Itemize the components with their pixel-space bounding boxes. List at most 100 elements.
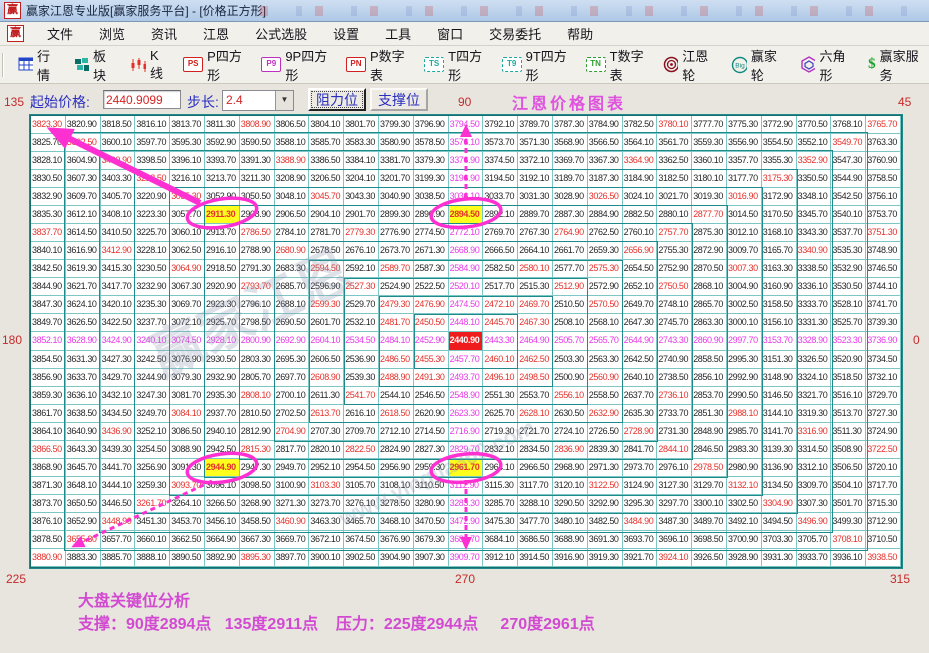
grid-cell: 3196.90 <box>449 170 484 188</box>
toolbar-kline-button[interactable]: K线 <box>126 45 173 85</box>
grid-cell: 3660.10 <box>135 531 170 549</box>
grid-cell: 3794.50 <box>449 116 484 134</box>
grid-cell: 3933.70 <box>797 549 832 567</box>
grid-cell: 3036.10 <box>449 188 484 206</box>
step-dropdown[interactable]: 2.4 ▼ <box>222 90 294 111</box>
grid-cell: 3535.30 <box>831 242 866 260</box>
grid-cell: 3052.90 <box>205 188 240 206</box>
grid-cell: 3256.90 <box>135 459 170 477</box>
grid-cell: 3232.90 <box>135 278 170 296</box>
toolbar-t-square-button[interactable]: TS T四方形 <box>420 43 492 87</box>
grid-cell: 2481.70 <box>379 314 414 332</box>
toolbar-quotes-button[interactable]: 行情 <box>14 43 64 87</box>
grid-cell: 2611.30 <box>309 387 344 405</box>
grid-cell: 3031.30 <box>518 188 553 206</box>
grid-cell: 3662.50 <box>170 531 205 549</box>
grid-cell: 2956.90 <box>379 459 414 477</box>
grid-cell: 3040.90 <box>379 188 414 206</box>
grid-cell: 2769.70 <box>483 224 518 242</box>
grid-cell: 2930.50 <box>205 351 240 369</box>
toolbar-hexagon-button[interactable]: 六角形 <box>796 43 859 87</box>
grid-cell: 3772.90 <box>762 116 797 134</box>
grid-cell: 2800.90 <box>240 332 275 350</box>
grid-cell: 2440.90 <box>449 332 484 350</box>
grid-cell: 3110.50 <box>414 477 449 495</box>
toolbar-9t-square-button[interactable]: T9 9T四方形 <box>498 43 576 87</box>
grid-cell: 3000.10 <box>727 314 762 332</box>
grid-cell: 3900.10 <box>309 549 344 567</box>
support-button[interactable]: 支撑位 <box>370 88 428 111</box>
grid-cell: 2762.50 <box>588 224 623 242</box>
toolbar-winner-service-button[interactable]: $ 赢家服务 <box>864 43 929 87</box>
grid-cell: 3441.70 <box>101 459 136 477</box>
grid-cell: 3818.50 <box>101 116 136 134</box>
grid-cell: 2596.90 <box>309 278 344 296</box>
grid-cell: 2875.30 <box>692 224 727 242</box>
grid-cell: 3777.70 <box>692 116 727 134</box>
grid-cell: 3247.30 <box>135 387 170 405</box>
grid-cell: 3235.30 <box>135 296 170 314</box>
grid-cell: 2884.90 <box>588 206 623 224</box>
grid-cell: 2498.50 <box>518 369 553 387</box>
grid-cell: 2947.30 <box>240 459 275 477</box>
grid-cell: 3648.10 <box>66 477 101 495</box>
grid-cell: 2606.50 <box>309 351 344 369</box>
grid-cell: 3434.50 <box>101 405 136 423</box>
grid-cell: 3153.70 <box>762 332 797 350</box>
grid-cell: 3840.10 <box>31 242 66 260</box>
toolbar-label: 赢家服务 <box>880 46 925 84</box>
toolbar-t-number-table-button[interactable]: TN T数字表 <box>582 43 654 87</box>
grid-cell: 2964.10 <box>483 459 518 477</box>
grid-cell: 2462.50 <box>518 351 553 369</box>
grid-cell: 2676.10 <box>344 242 379 260</box>
chevron-down-icon[interactable]: ▼ <box>275 91 293 110</box>
grid-cell: 3789.70 <box>518 116 553 134</box>
grid-cell: 3100.90 <box>275 477 310 495</box>
toolbar-p-number-table-button[interactable]: PN P数字表 <box>342 43 414 87</box>
grid-cell: 3316.90 <box>797 423 832 441</box>
toolbar-sectors-button[interactable]: 板块 <box>70 43 120 87</box>
toolbar-label: 赢家轮 <box>751 46 786 84</box>
grid-cell: 3081.70 <box>170 387 205 405</box>
grid-cell: 2685.70 <box>275 278 310 296</box>
grid-cell: 3333.70 <box>797 296 832 314</box>
grid-cell: 2683.30 <box>275 260 310 278</box>
resistance-button[interactable]: 阻力位 <box>308 88 366 111</box>
toolbar-gann-wheel-button[interactable]: 江恩轮 <box>659 43 721 87</box>
grid-cell: 2829.70 <box>449 441 484 459</box>
grid-cell: 3633.70 <box>66 369 101 387</box>
grid-cell: 3019.30 <box>692 188 727 206</box>
grid-cell: 2870.50 <box>692 260 727 278</box>
grid-cell: 2623.30 <box>449 405 484 423</box>
toolbar-p-square-button[interactable]: PS P四方形 <box>179 43 251 87</box>
grid-cell: 2553.70 <box>518 387 553 405</box>
grid-cell: 2443.30 <box>483 332 518 350</box>
grid-cell: 3208.90 <box>275 170 310 188</box>
grid-cell: 2712.10 <box>379 423 414 441</box>
grid-cell: 3645.70 <box>66 459 101 477</box>
grid-cell: 2616.10 <box>344 405 379 423</box>
toolbar-9p-square-button[interactable]: P9 9P四方形 <box>257 43 336 87</box>
toolbar-winner-wheel-button[interactable]: Big 赢家轮 <box>727 43 790 87</box>
toolbar-label: 六角形 <box>819 46 854 84</box>
grid-cell: 3309.70 <box>797 477 832 495</box>
grid-cell: 3669.70 <box>275 531 310 549</box>
grid-cell: 2937.70 <box>205 405 240 423</box>
grid-cell: 3856.90 <box>31 369 66 387</box>
grid-cell: 2935.30 <box>205 387 240 405</box>
grid-cell: 3007.30 <box>727 260 762 278</box>
grid-cell: 3907.30 <box>414 549 449 567</box>
grid-cell: 3028.90 <box>553 188 588 206</box>
start-price-input[interactable] <box>103 90 181 109</box>
grid-cell: 2839.30 <box>588 441 623 459</box>
grid-cell: 2640.10 <box>623 369 658 387</box>
grid-cell: 3916.90 <box>553 549 588 567</box>
grid-cell: 3564.10 <box>623 134 658 152</box>
grid-cell: 3849.70 <box>31 314 66 332</box>
grid-cell: 3717.70 <box>866 477 901 495</box>
grid-cell: 3561.70 <box>657 134 692 152</box>
grid-cell: 3842.50 <box>31 260 66 278</box>
grid-cell: 3746.50 <box>866 260 901 278</box>
grid-cell: 3921.70 <box>623 549 658 567</box>
grid-cell: 2882.50 <box>623 206 658 224</box>
